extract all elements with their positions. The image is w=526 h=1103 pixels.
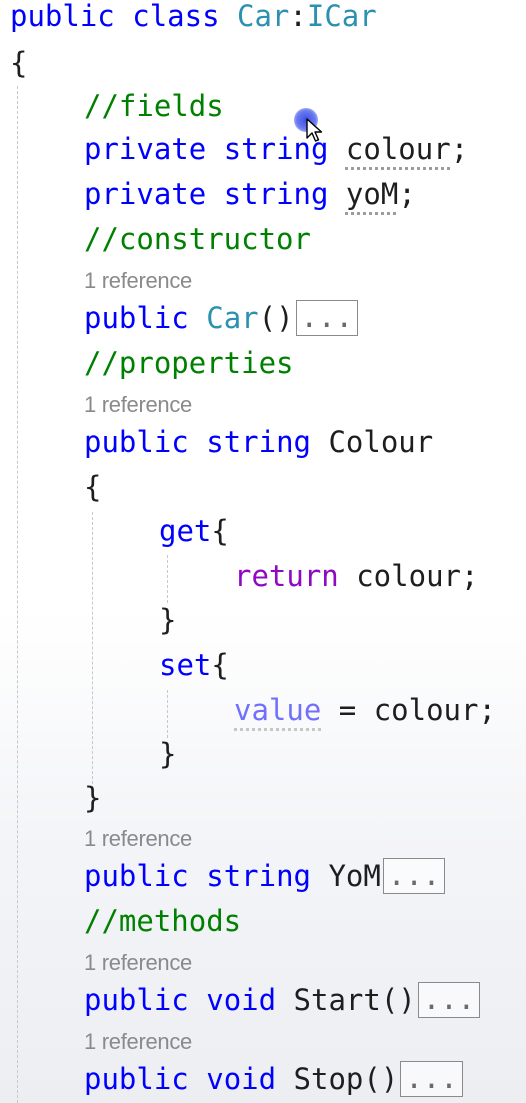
- field-yom-line[interactable]: private string yoM;: [84, 176, 416, 212]
- field-yom-name: yoM: [345, 177, 399, 211]
- collapsed-region-start[interactable]: ...: [417, 982, 481, 1018]
- method-stop-name: Stop(): [293, 1062, 399, 1096]
- constructor-parens: (): [258, 301, 294, 335]
- collapsed-region-stop[interactable]: ...: [400, 1061, 463, 1097]
- method-start-line[interactable]: public void Start()...: [84, 982, 481, 1018]
- keyword-public: public: [84, 1062, 189, 1096]
- field-colour-line[interactable]: private string colour;: [84, 131, 468, 167]
- property-yom-line[interactable]: public string YoM...: [84, 858, 446, 894]
- property-colour-name: Colour: [328, 425, 434, 459]
- property-close-brace[interactable]: }: [84, 780, 101, 816]
- getter-close-brace[interactable]: }: [159, 602, 176, 638]
- keyword-string: string: [206, 425, 311, 459]
- collapsed-region-yom[interactable]: ...: [382, 858, 446, 894]
- getter-open-brace: {: [211, 514, 229, 548]
- keyword-return: return: [234, 559, 339, 593]
- setter-open-brace: {: [211, 648, 229, 682]
- keyword-value: value: [234, 693, 322, 727]
- field-colour-name: colour: [345, 132, 451, 166]
- value-assignment-line[interactable]: value = colour;: [234, 692, 496, 728]
- keyword-get: get: [159, 514, 212, 548]
- keyword-set: set: [159, 648, 212, 682]
- return-expression: colour;: [338, 559, 479, 593]
- indent-guide-class: [17, 86, 18, 1103]
- keyword-public: public: [10, 0, 115, 33]
- keyword-class: class: [132, 0, 220, 33]
- keyword-private: private: [84, 132, 207, 166]
- class-name: Car: [237, 0, 290, 33]
- indent-guide-set: [167, 690, 168, 738]
- keyword-string: string: [223, 177, 329, 211]
- class-declaration-line[interactable]: public class Car:ICar: [10, 0, 377, 34]
- fields-comment[interactable]: //fields: [84, 88, 224, 124]
- method-start-name: Start(): [293, 983, 416, 1017]
- codelens-references-colour[interactable]: 1 reference: [84, 392, 192, 418]
- constructor-line[interactable]: public Car()...: [84, 300, 358, 336]
- indent-guide-property: [92, 512, 93, 784]
- constructor-name: Car: [206, 301, 259, 335]
- property-colour-line[interactable]: public string Colour: [84, 424, 433, 460]
- methods-comment[interactable]: //methods: [84, 903, 241, 939]
- mouse-pointer-icon: [306, 118, 323, 142]
- codelens-references-stop[interactable]: 1 reference: [84, 1029, 192, 1055]
- return-line[interactable]: return colour;: [234, 558, 478, 594]
- semicolon: ;: [398, 177, 416, 211]
- setter-close-brace[interactable]: }: [159, 736, 176, 772]
- collapsed-region-constructor[interactable]: ...: [295, 300, 358, 336]
- code-editor[interactable]: public class Car:ICar { //fields private…: [0, 0, 526, 1103]
- class-open-brace[interactable]: {: [10, 45, 27, 81]
- assignment-expression: = colour;: [321, 693, 496, 727]
- keyword-void: void: [206, 1062, 277, 1096]
- setter-line[interactable]: set{: [159, 647, 229, 683]
- keyword-public: public: [84, 301, 189, 335]
- codelens-references-start[interactable]: 1 reference: [84, 950, 192, 976]
- indent-guide-get: [167, 555, 168, 603]
- getter-line[interactable]: get{: [159, 513, 229, 549]
- interface-name: ICar: [306, 0, 377, 33]
- keyword-private: private: [84, 177, 207, 211]
- codelens-references-yom[interactable]: 1 reference: [84, 826, 192, 852]
- property-open-brace[interactable]: {: [84, 469, 101, 505]
- semicolon: ;: [450, 132, 469, 166]
- keyword-public: public: [84, 425, 189, 459]
- codelens-references-constructor[interactable]: 1 reference: [84, 268, 192, 294]
- property-yom-name: YoM: [328, 859, 381, 893]
- colon: :: [289, 0, 307, 33]
- keyword-public: public: [84, 983, 189, 1017]
- method-stop-line[interactable]: public void Stop()...: [84, 1061, 463, 1097]
- keyword-public: public: [84, 859, 189, 893]
- properties-comment[interactable]: //properties: [84, 345, 294, 381]
- constructor-comment[interactable]: //constructor: [84, 221, 311, 257]
- keyword-string: string: [206, 859, 311, 893]
- keyword-void: void: [206, 983, 277, 1017]
